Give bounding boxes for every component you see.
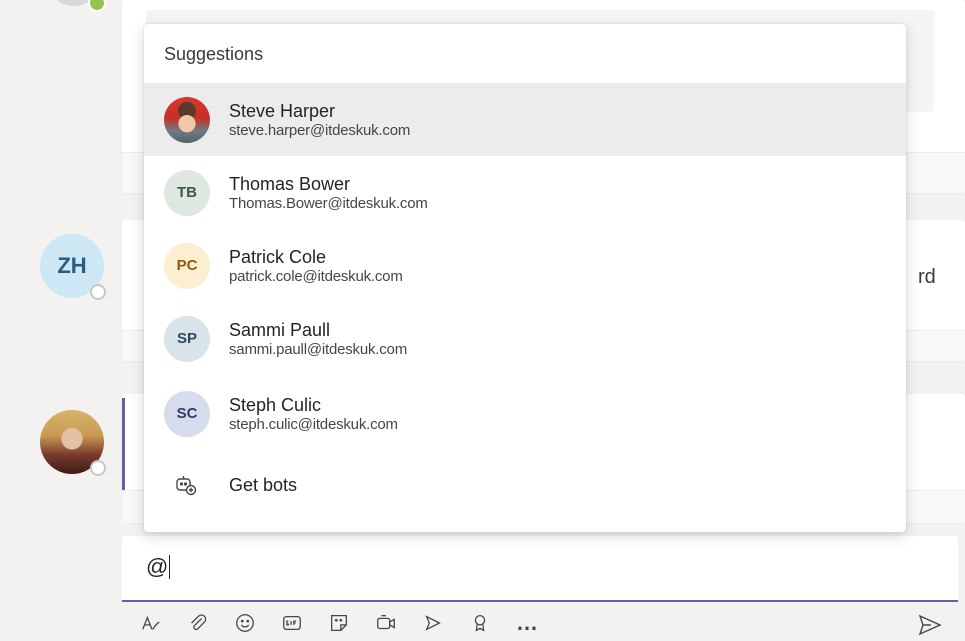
presence-icon xyxy=(90,460,106,476)
suggestion-email: patrick.cole@itdeskuk.com xyxy=(229,267,403,285)
emoji-icon[interactable] xyxy=(228,608,262,638)
attach-icon[interactable] xyxy=(181,608,215,638)
suggestion-email: sammi.paull@itdeskuk.com xyxy=(229,340,407,358)
presence-icon xyxy=(90,284,106,300)
message-input-text: @ xyxy=(146,554,169,579)
suggestion-email: steph.culic@itdeskuk.com xyxy=(229,415,398,433)
suggestion-name: Steve Harper xyxy=(229,100,336,121)
compose-toolbar: … xyxy=(134,608,557,638)
suggestion-email: steve.harper@itdeskuk.com xyxy=(229,121,411,139)
online-status-icon xyxy=(88,0,106,12)
mention-suggestions-popup: Suggestions Steve Harper steve.harper@it… xyxy=(144,24,906,532)
suggestion-name: Sammi Paull xyxy=(229,319,331,340)
suggestion-text: Sammi Paull sammi.paull@itdeskuk.com xyxy=(229,319,407,359)
suggestion-email: Thomas.Bower@itdeskuk.com xyxy=(229,194,428,212)
suggestion-text: Steph Culic steph.culic@itdeskuk.com xyxy=(229,394,398,434)
send-icon[interactable] xyxy=(914,612,946,638)
message-input[interactable]: @ xyxy=(146,554,171,580)
suggestion-item[interactable]: TB Thomas Bower Thomas.Bower@itdeskuk.co… xyxy=(144,156,906,229)
meet-now-icon[interactable] xyxy=(369,608,403,638)
suggestion-item[interactable]: SP Sammi Paull sammi.paull@itdeskuk.com xyxy=(144,302,906,375)
avatar: SC xyxy=(164,390,210,437)
suggestion-name: Patrick Cole xyxy=(229,246,327,267)
gif-icon[interactable] xyxy=(275,608,309,638)
suggestion-name: Steph Culic xyxy=(229,394,322,415)
get-bots-label: Get bots xyxy=(229,474,298,495)
suggestion-name: Thomas Bower xyxy=(229,173,351,194)
compose-box[interactable]: @ xyxy=(122,536,958,602)
format-icon[interactable] xyxy=(134,608,168,638)
sticker-icon[interactable] xyxy=(322,608,356,638)
praise-icon[interactable] xyxy=(463,608,497,638)
popup-title: Suggestions xyxy=(164,44,264,64)
suggestion-text: Thomas Bower Thomas.Bower@itdeskuk.com xyxy=(229,173,428,213)
avatar: SP xyxy=(164,315,210,362)
new-message-accent xyxy=(122,398,125,490)
suggestion-item[interactable]: PC Patrick Cole patrick.cole@itdeskuk.co… xyxy=(144,229,906,302)
more-options-icon[interactable]: … xyxy=(510,608,544,638)
suggestion-text: Steve Harper steve.harper@itdeskuk.com xyxy=(229,100,410,140)
get-bots-item[interactable]: Get bots xyxy=(144,460,906,510)
bot-add-icon xyxy=(172,471,200,499)
suggestion-item[interactable]: Steve Harper steve.harper@itdeskuk.com xyxy=(144,83,906,156)
suggestion-text: Patrick Cole patrick.cole@itdeskuk.com xyxy=(229,246,403,286)
stream-icon[interactable] xyxy=(416,608,450,638)
text-caret xyxy=(169,555,171,579)
avatar: TB xyxy=(164,169,210,216)
avatar xyxy=(164,96,210,143)
avatar: PC xyxy=(164,242,210,289)
message-text-fragment: rd xyxy=(918,266,936,288)
suggestion-item[interactable]: SC Steph Culic steph.culic@itdeskuk.com xyxy=(144,377,906,450)
